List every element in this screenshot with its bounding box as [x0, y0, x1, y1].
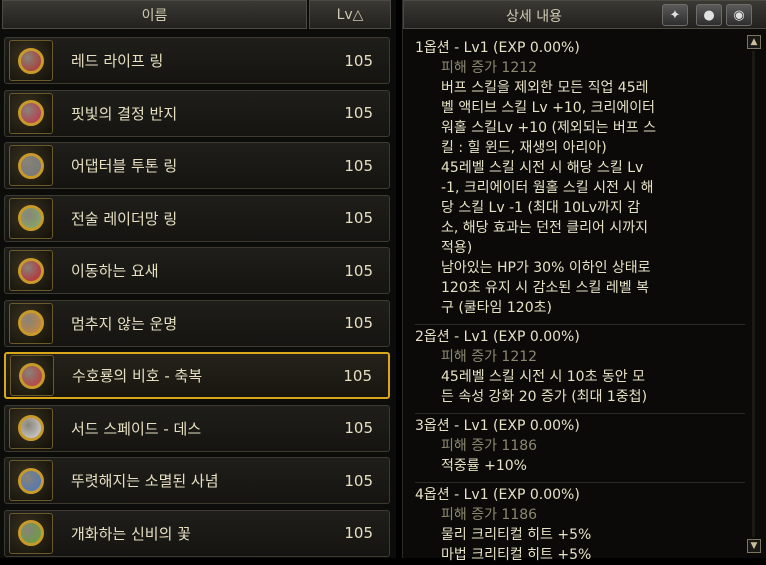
scroll-track[interactable] [752, 51, 755, 537]
pin-button[interactable]: ● [696, 4, 722, 26]
list-item[interactable]: 핏빛의 결정 반지 105 [4, 89, 390, 137]
option-title: 3옵션 - Lv1 (EXP 0.00%) [415, 418, 580, 434]
compare-button[interactable]: ✦ [662, 4, 688, 26]
moving-fortress-icon [9, 250, 53, 291]
detail-panel: 상세 내용 ✦ ● ◉ 1옵션 - Lv1 (EXP 0.00%) 피해 증가 121… [402, 0, 766, 563]
option-line: 물리 크리티컬 히트 +5% [441, 527, 592, 543]
view-button[interactable]: ◉ [726, 4, 752, 26]
list-item[interactable]: 뚜렷해지는 소멸된 사념 105 [4, 457, 390, 504]
detail-scrollbar[interactable]: ▲ ▼ [747, 35, 761, 553]
vanished-thought-icon [9, 460, 53, 501]
red-life-ring-icon [9, 40, 53, 81]
item-name: 수호룡의 비호 - 축복 [72, 367, 203, 385]
option-detail-text: 1옵션 - Lv1 (EXP 0.00%) 피해 증가 1212 버프 스킬을 제외… [415, 38, 745, 565]
option-title: 1옵션 - Lv1 (EXP 0.00%) [415, 40, 580, 56]
item-name: 레드 라이프 링 [71, 52, 164, 70]
pin-icon: ● [703, 7, 715, 23]
adaptable-twotone-ring-icon [9, 145, 53, 186]
item-level: 105 [344, 419, 373, 437]
item-name: 이동하는 요새 [71, 262, 159, 280]
blood-crystal-ring-icon [9, 92, 53, 134]
item-name: 서드 스페이드 - 데스 [71, 419, 202, 438]
option-damage: 피해 증가 1212 [441, 349, 538, 365]
option-line: 적중률 +10% [441, 458, 527, 474]
option-damage: 피해 증가 1186 [441, 507, 538, 523]
scroll-up-button[interactable]: ▲ [747, 35, 761, 49]
option-line: 킬 : 힐 윈드, 재생의 아리아) [441, 140, 607, 156]
option-line: 벨 액티브 스킬 Lv +10, 크리에이터 [441, 100, 656, 116]
option-divider [415, 482, 745, 483]
item-name: 뚜렷해지는 소멸된 사념 [71, 472, 219, 490]
option-line: 45레벨 스킬 시전 시 해당 스킬 Lv [441, 160, 644, 176]
detail-header: 상세 내용 ✦ ● ◉ [403, 0, 766, 29]
option-line: 45레벨 스킬 시전 시 10초 동안 모 [441, 369, 646, 385]
item-level: 105 [343, 366, 372, 385]
option-line: 든 속성 강화 20 증가 (최대 1중첩) [441, 389, 648, 405]
item-name: 멈추지 않는 운명 [71, 314, 178, 333]
item-name: 핏빛의 결정 반지 [71, 104, 178, 123]
option-damage: 피해 증가 1212 [441, 60, 538, 76]
item-name: 개화하는 신비의 꽃 [71, 524, 191, 543]
list-item[interactable]: 이동하는 요새 105 [4, 247, 390, 294]
name-column-header[interactable]: 이름 [2, 0, 307, 29]
blooming-flower-icon [9, 512, 53, 554]
item-name: 전술 레이더망 링 [71, 209, 178, 228]
tactical-radar-ring-icon [9, 197, 53, 239]
option-line: -1, 크리에이터 웜홀 스킬 시전 시 해 [441, 180, 654, 196]
item-level: 105 [344, 104, 373, 122]
option-line: 구 (쿨타임 120초) [441, 300, 552, 316]
item-level: 105 [344, 524, 373, 542]
list-item[interactable]: 멈추지 않는 운명 105 [4, 299, 390, 347]
item-level: 105 [344, 156, 373, 175]
option-line: 버프 스킬을 제외한 모든 직업 45레 [441, 80, 649, 96]
list-item[interactable]: 서드 스페이드 - 데스 105 [4, 404, 390, 452]
option-line: 120초 유지 시 감소된 스킬 레벨 복 [441, 280, 649, 296]
item-list-panel: 이름 Lv△ 레드 라이프 링 105 핏빛의 결정 반지 105 어댑터블 투톤 링 1… [0, 0, 396, 558]
option-divider [415, 324, 745, 325]
wings-icon: ✦ [669, 7, 681, 23]
unstoppable-fate-icon [9, 302, 53, 344]
option-line: 남아있는 HP가 30% 이하인 상태로 [441, 260, 651, 276]
detail-title: 상세 내용 [506, 8, 562, 25]
item-list: 레드 라이프 링 105 핏빛의 결정 반지 105 어댑터블 투톤 링 105 전술 레이… [4, 37, 390, 562]
eye-icon: ◉ [733, 7, 745, 23]
option-title: 2옵션 - Lv1 (EXP 0.00%) [415, 329, 580, 345]
list-item[interactable]: 전술 레이더망 링 105 [4, 194, 390, 242]
list-item[interactable]: 레드 라이프 링 105 [4, 37, 390, 84]
scroll-down-button[interactable]: ▼ [747, 539, 761, 553]
item-level: 105 [344, 471, 373, 490]
list-item[interactable]: 개화하는 신비의 꽃 105 [4, 509, 390, 557]
option-line: 마법 크리티컬 히트 +5% [441, 547, 592, 563]
item-level: 105 [344, 51, 373, 70]
option-title: 4옵션 - Lv1 (EXP 0.00%) [415, 487, 580, 503]
list-item[interactable]: 수호룡의 비호 - 축복 105 [4, 352, 390, 399]
item-level: 105 [344, 314, 373, 332]
option-divider [415, 413, 745, 414]
list-item[interactable]: 어댑터블 투톤 링 105 [4, 142, 390, 189]
item-level: 105 [344, 209, 373, 227]
guardian-dragon-icon [10, 355, 54, 396]
option-line: 소, 해당 효과는 던전 클리어 시까지 [441, 220, 649, 236]
item-level: 105 [344, 261, 373, 280]
level-column-header[interactable]: Lv△ [309, 0, 391, 29]
item-name: 어댑터블 투톤 링 [71, 157, 178, 175]
option-damage: 피해 증가 1186 [441, 438, 538, 454]
third-spade-death-icon [9, 407, 53, 449]
option-line: 적용) [441, 240, 473, 256]
option-line: 당 스킬 Lv -1 (최대 10Lv까지 감 [441, 200, 641, 216]
option-line: 워홀 스킬Lv +10 (제외되는 버프 스 [441, 120, 657, 136]
